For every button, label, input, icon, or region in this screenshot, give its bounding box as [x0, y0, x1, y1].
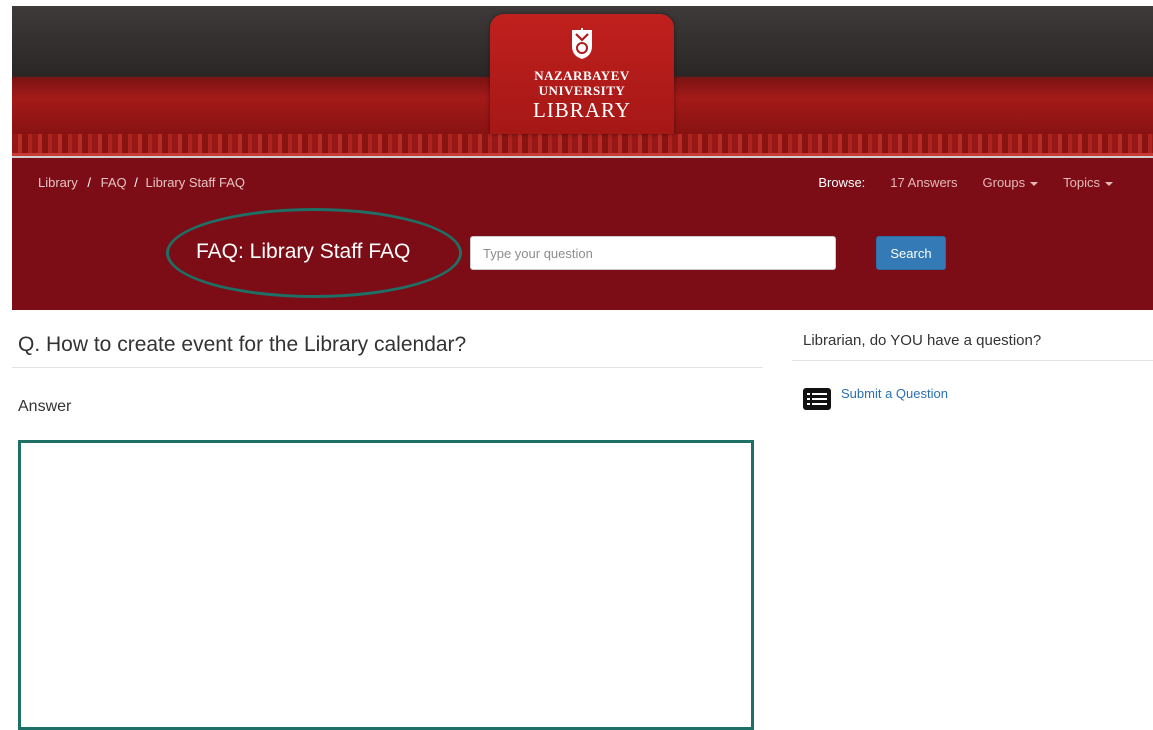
- browse-label: Browse:: [818, 175, 866, 190]
- logo-text-line3: LIBRARY: [532, 98, 631, 122]
- breadcrumb-current[interactable]: Library Staff FAQ: [146, 175, 245, 190]
- groups-label: Groups: [982, 175, 1026, 190]
- groups-dropdown[interactable]: Groups: [983, 175, 1039, 190]
- topics-dropdown[interactable]: Topics: [1063, 175, 1113, 190]
- caret-down-icon: [1105, 181, 1113, 186]
- site-banner: NAZARBAYEV UNIVERSITY LIBRARY: [12, 6, 1153, 158]
- ornament-stripe: [12, 134, 1153, 154]
- search-input[interactable]: [470, 236, 836, 270]
- caret-down-icon: [1030, 181, 1039, 186]
- search-button[interactable]: Search: [876, 236, 946, 270]
- sidebar-title: Librarian, do YOU have a question?: [803, 332, 1042, 349]
- topics-label: Topics: [1063, 175, 1100, 190]
- breadcrumb-separator: /: [87, 175, 91, 190]
- submit-question-link[interactable]: Submit a Question: [841, 386, 948, 401]
- library-logo[interactable]: NAZARBAYEV UNIVERSITY LIBRARY: [490, 14, 674, 134]
- logo-text-line2: UNIVERSITY: [538, 83, 626, 98]
- question-title: Q. How to create event for the Library c…: [18, 333, 467, 356]
- answer-heading: Answer: [18, 398, 72, 415]
- breadcrumb: Library / FAQ / Library Staff FAQ: [38, 175, 245, 190]
- divider: [792, 360, 1153, 361]
- university-emblem-icon: [572, 28, 592, 59]
- annotation-oval: [166, 208, 462, 298]
- answer-content-box: [18, 440, 754, 730]
- breadcrumb-faq[interactable]: FAQ: [101, 175, 127, 190]
- list-icon[interactable]: [803, 388, 831, 410]
- divider: [12, 367, 763, 368]
- logo-text-line1: NAZARBAYEV: [534, 68, 630, 83]
- faq-header-bar: Library / FAQ / Library Staff FAQ Browse…: [12, 158, 1153, 310]
- answers-count-link[interactable]: 17 Answers: [890, 175, 957, 190]
- browse-nav: Browse: 17 Answers Groups Topics: [818, 175, 1113, 190]
- breadcrumb-separator: /: [134, 175, 138, 190]
- breadcrumb-library[interactable]: Library: [38, 175, 78, 190]
